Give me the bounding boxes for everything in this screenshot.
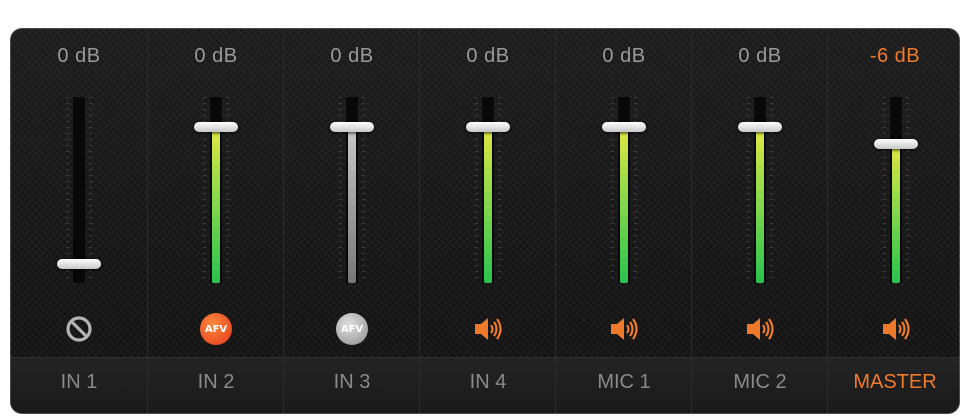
fader-scale — [883, 97, 886, 283]
channel-name: MIC 1 — [597, 371, 651, 393]
speaker-icon[interactable] — [608, 313, 640, 345]
afv-off-icon[interactable]: AFV — [336, 313, 368, 345]
channel-in-4: 0 dB IN 4 — [419, 29, 556, 413]
afv-on-icon[interactable]: AFV — [200, 313, 232, 345]
master-level-readout: -6 dB — [869, 45, 921, 67]
fader-handle[interactable] — [874, 138, 918, 149]
channel-name: IN 3 — [333, 371, 371, 393]
channel-level-readout: 0 dB — [602, 45, 646, 67]
fader-scale — [66, 97, 69, 283]
fader-handle[interactable] — [194, 121, 238, 132]
audio-mixer-panel: 0 dB IN 1 0 dB AFV IN 2 0 dB AFV IN 3 0 … — [10, 28, 960, 414]
channel-in-1: 0 dB IN 1 — [11, 29, 147, 413]
afv-label: AFV — [336, 313, 368, 345]
fader-track[interactable] — [73, 97, 85, 283]
channel-name: IN 4 — [469, 371, 507, 393]
master-channel-name: MASTER — [853, 371, 937, 393]
fader-handle[interactable] — [57, 259, 101, 270]
speaker-icon[interactable] — [744, 313, 776, 345]
channel-level-readout: 0 dB — [330, 45, 374, 67]
mute-icon[interactable] — [63, 313, 95, 345]
fader-handle[interactable] — [330, 121, 374, 132]
level-meter — [212, 126, 220, 283]
channel-in-2: 0 dB AFV IN 2 — [147, 29, 284, 413]
fader-handle[interactable] — [738, 121, 782, 132]
fader-scale — [906, 97, 909, 283]
level-meter — [348, 126, 356, 283]
level-meter — [756, 126, 764, 283]
channel-mic-1: 0 dB MIC 1 — [555, 29, 692, 413]
afv-label: AFV — [200, 313, 232, 345]
speaker-icon[interactable] — [472, 313, 504, 345]
level-meter — [620, 126, 628, 283]
channel-in-3: 0 dB AFV IN 3 — [283, 29, 420, 413]
channel-level-readout: 0 dB — [194, 45, 238, 67]
channel-master: -6 dB MASTER — [827, 29, 959, 413]
fader-handle[interactable] — [466, 121, 510, 132]
channel-mic-2: 0 dB MIC 2 — [691, 29, 828, 413]
channel-name: IN 1 — [60, 371, 98, 393]
channel-level-readout: 0 dB — [466, 45, 510, 67]
level-meter — [484, 126, 492, 283]
level-meter — [892, 143, 900, 283]
channel-level-readout: 0 dB — [738, 45, 782, 67]
channel-level-readout: 0 dB — [57, 45, 101, 67]
channel-name: IN 2 — [197, 371, 235, 393]
channel-name: MIC 2 — [733, 371, 787, 393]
fader-scale — [89, 97, 92, 283]
speaker-icon[interactable] — [880, 313, 912, 345]
fader-handle[interactable] — [602, 121, 646, 132]
